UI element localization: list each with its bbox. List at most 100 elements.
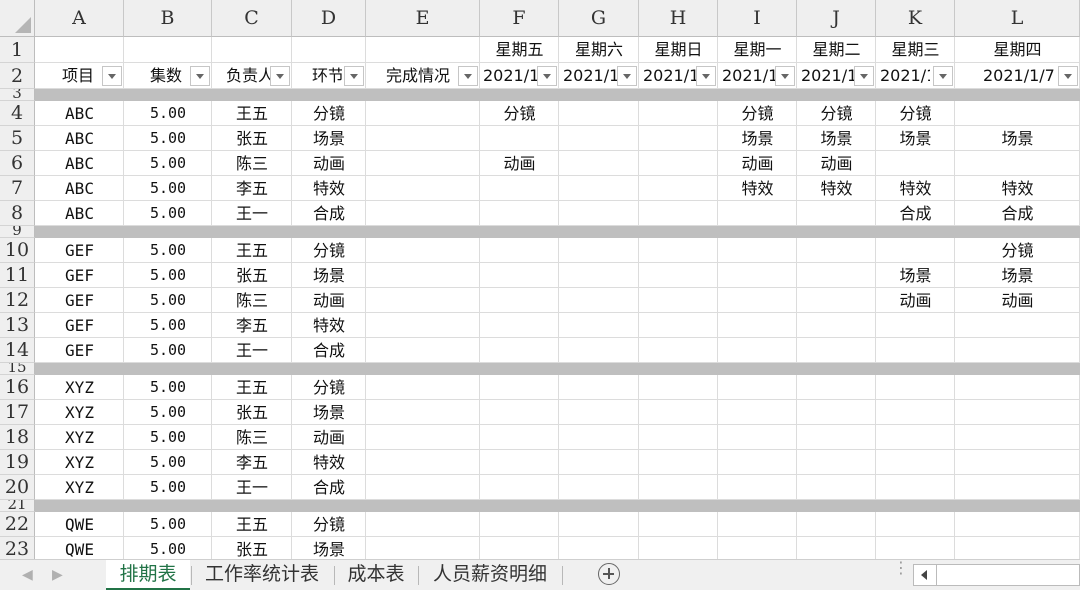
cell-j7[interactable]: 特效 — [797, 176, 876, 201]
cell-a10[interactable]: GEF — [35, 238, 124, 263]
row-header-21[interactable]: 21 — [0, 500, 35, 512]
row-header-7[interactable]: 7 — [0, 176, 35, 201]
cell-c18[interactable]: 陈三 — [212, 425, 292, 450]
cell-b12[interactable]: 5.00 — [124, 288, 212, 313]
row-header-23[interactable]: 23 — [0, 537, 35, 559]
cell-a4[interactable]: ABC — [35, 101, 124, 126]
column-header-i[interactable]: I — [718, 0, 797, 37]
cell-d16[interactable]: 分镜 — [292, 375, 366, 400]
column-header-f[interactable]: F — [480, 0, 559, 37]
cell-l7[interactable]: 特效 — [955, 176, 1080, 201]
header-weekday-k[interactable]: 星期三 — [876, 37, 955, 63]
row-header-12[interactable]: 12 — [0, 288, 35, 313]
row-header-16[interactable]: 16 — [0, 375, 35, 400]
filter-dropdown-button[interactable] — [458, 66, 478, 86]
cell-l10[interactable]: 分镜 — [955, 238, 1080, 263]
cell-c10[interactable]: 王五 — [212, 238, 292, 263]
cell-b5[interactable]: 5.00 — [124, 126, 212, 151]
column-header-l[interactable]: L — [955, 0, 1080, 37]
column-header-b[interactable]: B — [124, 0, 212, 37]
cell-d13[interactable]: 特效 — [292, 313, 366, 338]
header-field-b[interactable]: 集数 — [150, 63, 190, 89]
row-header-17[interactable]: 17 — [0, 400, 35, 425]
cell-c11[interactable]: 张五 — [212, 263, 292, 288]
row-header-9[interactable]: 9 — [0, 226, 35, 238]
filter-dropdown-button[interactable] — [537, 66, 557, 86]
filter-dropdown-button[interactable] — [102, 66, 122, 86]
cell-d10[interactable]: 分镜 — [292, 238, 366, 263]
header-field-c[interactable]: 负责人 — [226, 63, 275, 89]
row-header-2[interactable]: 2 — [0, 63, 35, 89]
column-header-g[interactable]: G — [559, 0, 639, 37]
cell-b6[interactable]: 5.00 — [124, 151, 212, 176]
column-header-d[interactable]: D — [292, 0, 366, 37]
cell-k11[interactable]: 场景 — [876, 263, 955, 288]
column-header-e[interactable]: E — [366, 0, 480, 37]
cell-c20[interactable]: 王一 — [212, 475, 292, 500]
row-header-5[interactable]: 5 — [0, 126, 35, 151]
column-header-k[interactable]: K — [876, 0, 955, 37]
cell-a16[interactable]: XYZ — [35, 375, 124, 400]
cell-d8[interactable]: 合成 — [292, 201, 366, 226]
cell-b19[interactable]: 5.00 — [124, 450, 212, 475]
header-field-e[interactable]: 完成情况 — [386, 63, 454, 89]
cell-b4[interactable]: 5.00 — [124, 101, 212, 126]
cell-d20[interactable]: 合成 — [292, 475, 366, 500]
row-header-15[interactable]: 15 — [0, 363, 35, 375]
cell-b7[interactable]: 5.00 — [124, 176, 212, 201]
cell-a8[interactable]: ABC — [35, 201, 124, 226]
cell-i7[interactable]: 特效 — [718, 176, 797, 201]
cell-d6[interactable]: 动画 — [292, 151, 366, 176]
cell-d7[interactable]: 特效 — [292, 176, 366, 201]
cell-d23[interactable]: 场景 — [292, 537, 366, 559]
header-field-h[interactable]: 2021/1 — [643, 63, 699, 89]
cell-c13[interactable]: 李五 — [212, 313, 292, 338]
header-field-k[interactable]: 2021/1 — [880, 63, 930, 89]
cell-c6[interactable]: 陈三 — [212, 151, 292, 176]
cell-c16[interactable]: 王五 — [212, 375, 292, 400]
filter-dropdown-button[interactable] — [775, 66, 795, 86]
cell-a14[interactable]: GEF — [35, 338, 124, 363]
cell-d19[interactable]: 特效 — [292, 450, 366, 475]
cell-a19[interactable]: XYZ — [35, 450, 124, 475]
header-field-d[interactable]: 环节 — [312, 63, 342, 89]
scroll-left-button[interactable] — [913, 564, 937, 586]
header-field-l[interactable]: 2021/1/7 — [983, 63, 1057, 89]
filter-dropdown-button[interactable] — [696, 66, 716, 86]
row-header-11[interactable]: 11 — [0, 263, 35, 288]
cell-i4[interactable]: 分镜 — [718, 101, 797, 126]
filter-dropdown-button[interactable] — [933, 66, 953, 86]
cell-b22[interactable]: 5.00 — [124, 512, 212, 537]
row-header-8[interactable]: 8 — [0, 201, 35, 226]
cell-c7[interactable]: 李五 — [212, 176, 292, 201]
header-weekday-f[interactable]: 星期五 — [480, 37, 559, 63]
cell-l12[interactable]: 动画 — [955, 288, 1080, 313]
cell-d14[interactable]: 合成 — [292, 338, 366, 363]
cell-j5[interactable]: 场景 — [797, 126, 876, 151]
cell-d11[interactable]: 场景 — [292, 263, 366, 288]
cell-l11[interactable]: 场景 — [955, 263, 1080, 288]
column-header-a[interactable]: A — [35, 0, 124, 37]
row-header-6[interactable]: 6 — [0, 151, 35, 176]
header-field-a[interactable]: 项目 — [62, 63, 102, 89]
cell-j6[interactable]: 动画 — [797, 151, 876, 176]
cell-a7[interactable]: ABC — [35, 176, 124, 201]
cell-b14[interactable]: 5.00 — [124, 338, 212, 363]
cell-a13[interactable]: GEF — [35, 313, 124, 338]
cell-d5[interactable]: 场景 — [292, 126, 366, 151]
header-weekday-l[interactable]: 星期四 — [955, 37, 1080, 63]
cell-b16[interactable]: 5.00 — [124, 375, 212, 400]
filter-dropdown-button[interactable] — [854, 66, 874, 86]
header-field-j[interactable]: 2021/1 — [801, 63, 857, 89]
cell-c17[interactable]: 张五 — [212, 400, 292, 425]
cell-c12[interactable]: 陈三 — [212, 288, 292, 313]
row-header-22[interactable]: 22 — [0, 512, 35, 537]
cell-a18[interactable]: XYZ — [35, 425, 124, 450]
cell-b13[interactable]: 5.00 — [124, 313, 212, 338]
row-header-18[interactable]: 18 — [0, 425, 35, 450]
filter-dropdown-button[interactable] — [344, 66, 364, 86]
filter-dropdown-button[interactable] — [270, 66, 290, 86]
cell-a6[interactable]: ABC — [35, 151, 124, 176]
filter-dropdown-button[interactable] — [1058, 66, 1078, 86]
row-header-19[interactable]: 19 — [0, 450, 35, 475]
